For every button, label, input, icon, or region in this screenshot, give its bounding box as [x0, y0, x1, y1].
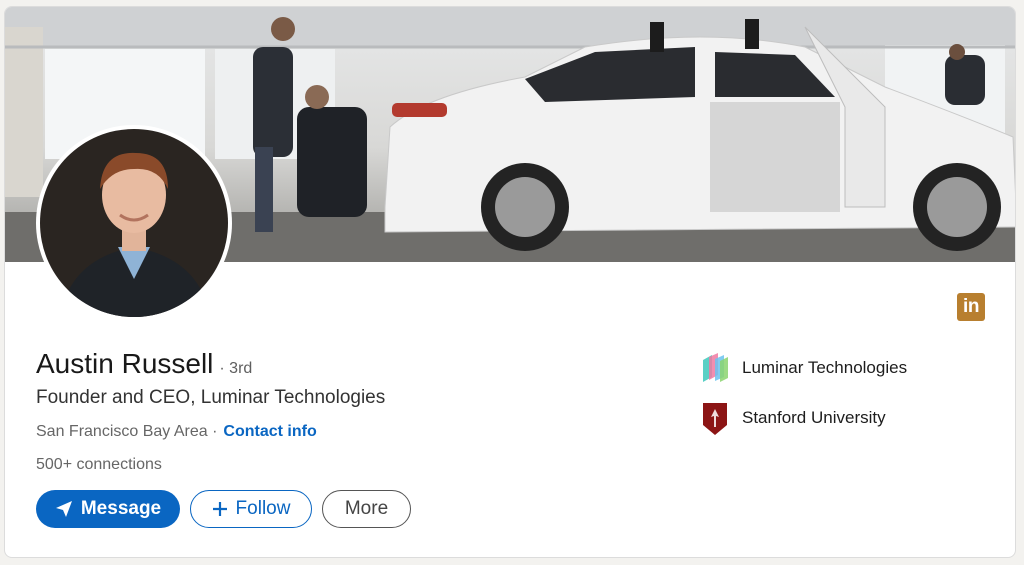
profile-photo[interactable] — [36, 125, 232, 321]
follow-button[interactable]: Follow — [190, 490, 312, 528]
more-button[interactable]: More — [322, 490, 411, 528]
message-button[interactable]: Message — [36, 490, 180, 528]
plus-icon — [212, 501, 228, 517]
profile-location: San Francisco Bay Area · — [36, 423, 218, 440]
stanford-logo-icon — [700, 401, 730, 435]
profile-headline: Founder and CEO, Luminar Technologies — [36, 387, 386, 408]
luminar-logo-icon — [700, 351, 730, 385]
connection-degree: · 3rd — [219, 360, 253, 377]
connections-count[interactable]: 500+ connections — [36, 456, 162, 474]
org-name: Stanford University — [742, 408, 886, 427]
org-stanford[interactable]: Stanford University — [700, 401, 886, 435]
profile-card: in Austin Russell · 3rd Founder and CEO,… — [4, 6, 1016, 558]
org-luminar[interactable]: Luminar Technologies — [700, 351, 907, 385]
org-name: Luminar Technologies — [742, 358, 908, 377]
linkedin-icon[interactable]: in — [957, 293, 985, 321]
message-label: Message — [80, 498, 162, 519]
location-row: San Francisco Bay Area · Contact info — [36, 423, 317, 441]
more-label: More — [344, 498, 389, 519]
send-icon — [55, 500, 73, 518]
name-row: Austin Russell · 3rd — [36, 348, 252, 380]
contact-info-link[interactable]: Contact info — [223, 423, 316, 441]
profile-name: Austin Russell — [36, 348, 214, 379]
follow-label: Follow — [235, 498, 291, 519]
